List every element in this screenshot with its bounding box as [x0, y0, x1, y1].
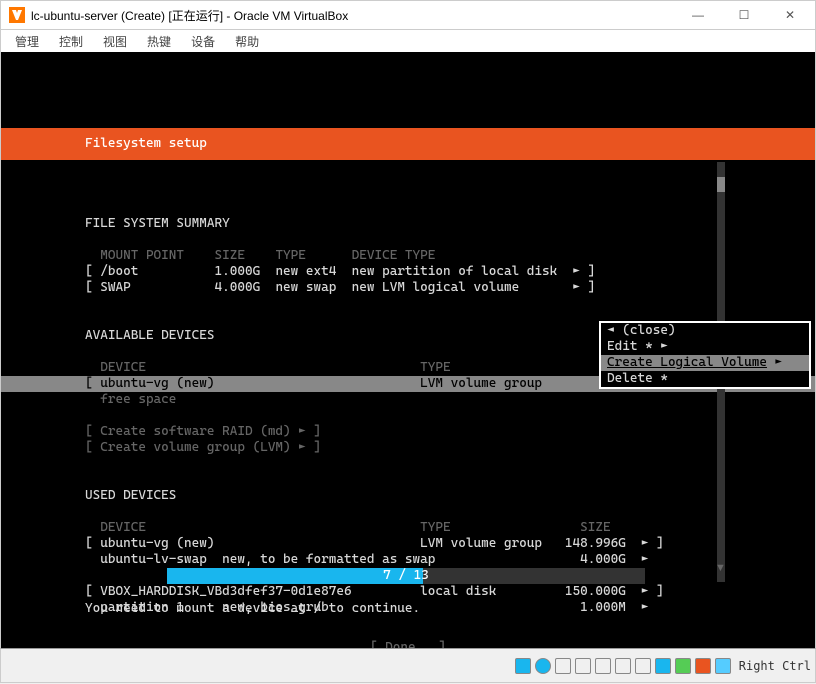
- menubar: 管理 控制 视图 热键 设备 帮助: [0, 30, 816, 52]
- menu-edit[interactable]: Edit * ►: [601, 339, 809, 355]
- window-title: lc-ubuntu-server (Create) [正在运行] - Oracl…: [31, 7, 675, 24]
- menu-help[interactable]: 帮助: [225, 31, 269, 52]
- avail-headers: DEVICE TYPE: [85, 360, 451, 375]
- create-vg-option[interactable]: [ Create volume group (LVM) ► ]: [85, 440, 321, 455]
- window-titlebar: lc-ubuntu-server (Create) [正在运行] - Oracl…: [0, 0, 816, 30]
- create-raid-option[interactable]: [ Create software RAID (md) ► ]: [85, 424, 321, 439]
- context-menu: ◄ (close) Edit * ► Create Logical Volume…: [599, 321, 811, 389]
- section-title: USED DEVICES: [85, 488, 176, 503]
- cpu-icon[interactable]: [675, 658, 691, 674]
- used-row[interactable]: [ ubuntu-vg (new) LVM volume group 148.9…: [85, 536, 664, 551]
- free-space-row: free space: [85, 392, 176, 407]
- menu-delete[interactable]: Delete *: [601, 371, 809, 387]
- menu-devices[interactable]: 设备: [181, 31, 225, 52]
- installer-header: Filesystem setup: [1, 128, 815, 160]
- usb-icon[interactable]: [595, 658, 611, 674]
- footer-buttons: [ Done ] [ Reset ] [ Back ]: [85, 640, 731, 648]
- done-button: [ Done ]: [370, 640, 446, 648]
- used-row[interactable]: [ VBOX_HARDDISK_VBd3dfef37-0d1e87e6 loca…: [85, 584, 664, 599]
- fs-row[interactable]: [ SWAP 4.000G new swap new LVM logical v…: [85, 280, 595, 295]
- close-button[interactable]: ✕: [767, 1, 813, 30]
- recording-icon[interactable]: [655, 658, 671, 674]
- optical-icon[interactable]: [535, 658, 551, 674]
- mouse-integration-icon[interactable]: [695, 658, 711, 674]
- used-headers: DEVICE TYPE SIZE: [85, 520, 611, 535]
- shared-folder-icon[interactable]: [615, 658, 631, 674]
- section-title: FILE SYSTEM SUMMARY: [85, 216, 230, 231]
- minimize-button[interactable]: —: [675, 1, 721, 30]
- keyboard-icon[interactable]: [715, 658, 731, 674]
- virtualbox-icon: [9, 7, 25, 23]
- maximize-button[interactable]: ☐: [721, 1, 767, 30]
- hdd-icon[interactable]: [515, 658, 531, 674]
- host-key-indicator: Right Ctrl: [739, 659, 811, 673]
- display-icon[interactable]: [635, 658, 651, 674]
- menu-hotkeys[interactable]: 热键: [137, 31, 181, 52]
- validation-message: You need to mount a device at / to conti…: [85, 601, 420, 616]
- section-title: AVAILABLE DEVICES: [85, 328, 215, 343]
- audio-icon[interactable]: [555, 658, 571, 674]
- menu-close[interactable]: ◄ (close): [601, 323, 809, 339]
- scroll-down-icon[interactable]: ▼: [715, 562, 727, 574]
- vm-display[interactable]: Filesystem setup FILE SYSTEM SUMMARY MOU…: [0, 52, 816, 648]
- used-subrow[interactable]: ubuntu-lv-swap new, to be formatted as s…: [85, 552, 649, 567]
- fs-row[interactable]: [ /boot 1.000G new ext4 new partition of…: [85, 264, 595, 279]
- progress-bar: 7 / 13: [167, 568, 645, 584]
- menu-create-lv[interactable]: Create Logical Volume ►: [601, 355, 809, 371]
- progress-text: 7 / 13: [167, 568, 645, 584]
- scrollbar-thumb[interactable]: [717, 177, 725, 192]
- fs-headers: MOUNT POINT SIZE TYPE DEVICE TYPE: [85, 248, 435, 263]
- statusbar: Right Ctrl: [0, 648, 816, 683]
- menu-view[interactable]: 视图: [93, 31, 137, 52]
- network-icon[interactable]: [575, 658, 591, 674]
- menu-manage[interactable]: 管理: [5, 31, 49, 52]
- menu-control[interactable]: 控制: [49, 31, 93, 52]
